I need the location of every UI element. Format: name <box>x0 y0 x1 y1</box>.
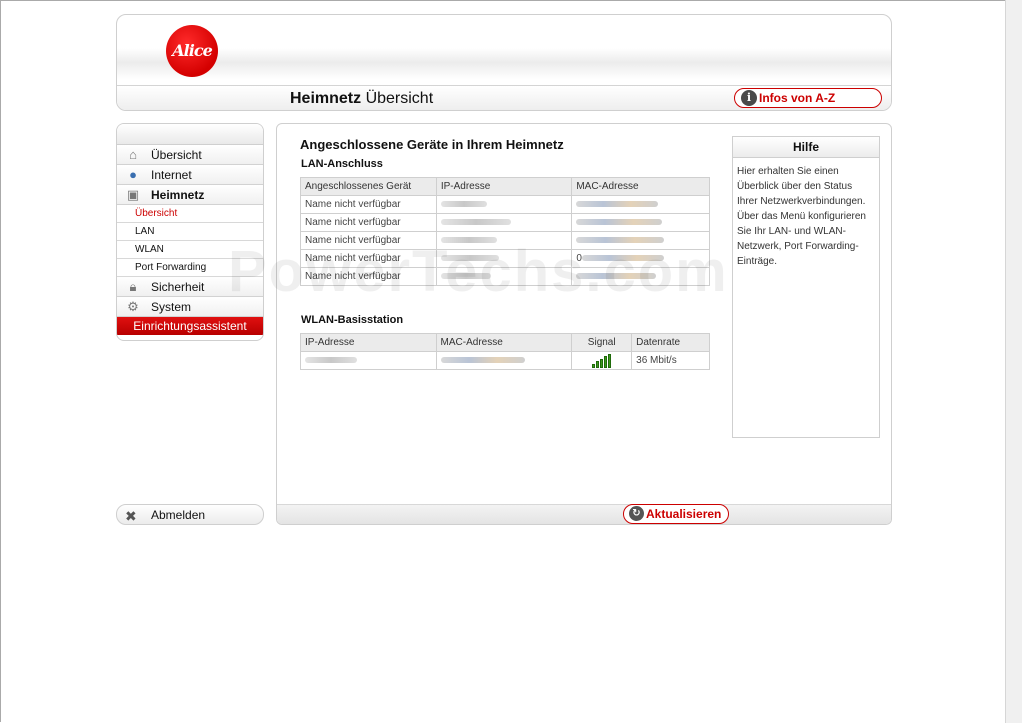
vertical-scrollbar[interactable] <box>1005 0 1022 723</box>
gear-icon: ⚙ <box>127 299 139 314</box>
device-name: Name nicht verfügbar <box>300 267 437 286</box>
ip-address-redacted <box>435 231 573 250</box>
mac-address-redacted <box>571 267 710 286</box>
column-header-mac: MAC-Adresse <box>435 333 573 352</box>
table-row: Name nicht verfügbar <box>300 213 710 232</box>
sidebar-item-internet[interactable]: ● Internet <box>117 165 263 185</box>
sidebar-item-label: Heimnetz <box>151 188 205 202</box>
main-heading: Angeschlossene Geräte in Ihrem Heimnetz <box>300 137 564 152</box>
ip-address-redacted <box>435 267 573 286</box>
wlan-basestation-table: IP-Adresse MAC-Adresse Signal Datenrate … <box>300 333 710 370</box>
column-header-mac: MAC-Adresse <box>571 177 710 196</box>
sidebar-subitem-port-forwarding[interactable]: Port Forwarding <box>117 259 263 277</box>
signal-bars-icon <box>591 353 612 368</box>
logout-button[interactable]: ✖ Abmelden <box>116 504 264 525</box>
signal-bar <box>599 358 603 368</box>
table-row: Name nicht verfügbar <box>300 231 710 250</box>
column-header-signal: Signal <box>571 333 633 352</box>
home-icon: ⌂ <box>129 147 137 162</box>
signal-strength <box>571 351 633 370</box>
column-header-device: Angeschlossenes Gerät <box>300 177 437 196</box>
table-row: Name nicht verfügbar <box>300 195 710 214</box>
signal-bar <box>591 363 595 368</box>
help-title: Hilfe <box>733 137 879 158</box>
device-name: Name nicht verfügbar <box>300 249 437 268</box>
refresh-label: Aktualisieren <box>646 507 722 521</box>
globe-icon: ● <box>129 167 137 182</box>
alice-logo[interactable]: Alice <box>166 25 218 77</box>
device-name: Name nicht verfügbar <box>300 213 437 232</box>
sidebar-item-label: System <box>151 300 192 314</box>
mac-address-redacted <box>571 231 710 250</box>
signal-bar <box>595 361 599 368</box>
signal-bar <box>603 356 607 368</box>
lock-icon: 🔒︎ <box>129 279 137 294</box>
mac-address-redacted <box>571 213 710 232</box>
refresh-icon: ↻ <box>629 506 644 521</box>
sidebar-item-label: Sicherheit <box>151 280 205 294</box>
main-footer-bar <box>277 504 891 524</box>
sidebar-subitem-uebersicht[interactable]: Übersicht <box>117 205 263 223</box>
device-name: Name nicht verfügbar <box>300 231 437 250</box>
device-name: Name nicht verfügbar <box>300 195 437 214</box>
infos-a-z-label: Infos von A-Z <box>759 91 836 105</box>
ip-address-redacted <box>435 213 573 232</box>
close-icon: ✖ <box>125 508 137 524</box>
mac-address-redacted <box>435 351 573 370</box>
table-header-row: Angeschlossenes Gerät IP-Adresse MAC-Adr… <box>300 177 710 196</box>
sidebar-item-label: Internet <box>151 168 192 182</box>
help-box: Hilfe Hier erhalten Sie einen Überblick … <box>732 136 880 438</box>
sidebar-item-system[interactable]: ⚙ System <box>117 297 263 317</box>
sidebar-subitem-wlan[interactable]: WLAN <box>117 241 263 259</box>
header: Alice Heimnetz Übersicht i Infos von A-Z <box>116 14 892 111</box>
mac-address-redacted <box>571 195 710 214</box>
ip-address-redacted <box>435 249 573 268</box>
help-text: Hier erhalten Sie einen Überblick über d… <box>737 166 866 267</box>
wlan-section-title: WLAN-Basisstation <box>301 314 404 326</box>
table-row: Name nicht verfügbar 0 <box>300 249 710 268</box>
ip-address-redacted <box>435 195 573 214</box>
page-title-rest: Übersicht <box>361 90 434 107</box>
main-panel: Angeschlossene Geräte in Ihrem Heimnetz … <box>276 123 892 525</box>
sidebar-nav: ⌂ Übersicht ● Internet ▣ Heimnetz Übersi… <box>116 123 264 341</box>
setup-wizard-button[interactable]: Einrichtungsassistent <box>117 317 263 335</box>
table-header-row: IP-Adresse MAC-Adresse Signal Datenrate <box>300 333 710 352</box>
signal-bar <box>607 353 611 368</box>
column-header-ip: IP-Adresse <box>300 333 437 352</box>
data-rate: 36 Mbit/s <box>631 351 710 370</box>
lan-devices-table: Angeschlossenes Gerät IP-Adresse MAC-Adr… <box>300 177 710 286</box>
sidebar-item-sicherheit[interactable]: 🔒︎ Sicherheit <box>117 277 263 297</box>
sidebar-item-uebersicht[interactable]: ⌂ Übersicht <box>117 145 263 165</box>
infos-a-z-button[interactable]: i Infos von A-Z <box>734 88 882 108</box>
sidebar-subitem-lan[interactable]: LAN <box>117 223 263 241</box>
table-row: Name nicht verfügbar <box>300 267 710 286</box>
refresh-button[interactable]: ↻ Aktualisieren <box>623 504 729 524</box>
column-header-datarate: Datenrate <box>631 333 710 352</box>
info-icon: i <box>741 90 757 106</box>
column-header-ip: IP-Adresse <box>435 177 573 196</box>
sidebar-item-label: Übersicht <box>151 148 202 162</box>
lan-section-title: LAN-Anschluss <box>301 158 383 170</box>
mac-address-redacted: 0 <box>571 249 710 268</box>
ip-address-redacted <box>300 351 437 370</box>
network-icon: ▣ <box>126 187 140 202</box>
logout-label: Abmelden <box>151 508 206 522</box>
table-row: 36 Mbit/s <box>300 351 710 370</box>
sidebar-top-bar <box>117 124 263 145</box>
sidebar-item-heimnetz[interactable]: ▣ Heimnetz <box>117 185 263 205</box>
page-title: Heimnetz Übersicht <box>290 90 433 108</box>
page-title-bold: Heimnetz <box>290 90 362 107</box>
